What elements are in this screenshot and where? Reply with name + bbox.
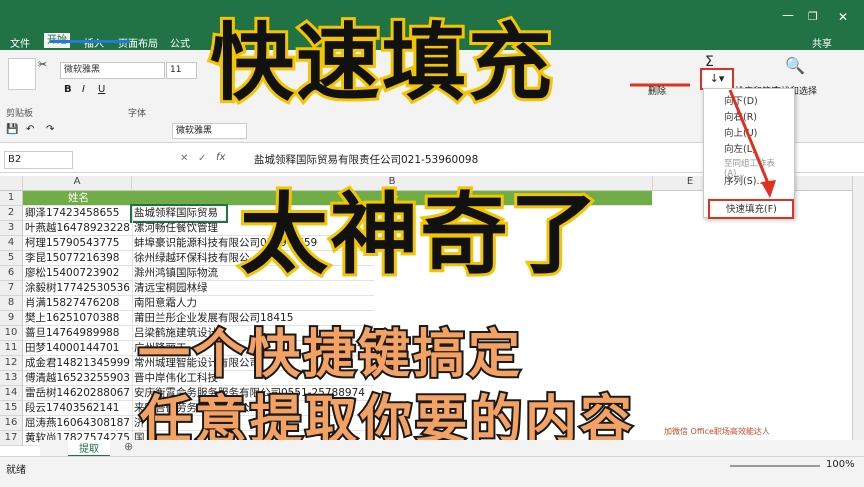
vertical-scrollbar[interactable] bbox=[852, 176, 864, 440]
row-header[interactable]: 7 bbox=[0, 281, 23, 296]
zoom-slider[interactable] bbox=[730, 465, 820, 467]
cell-name[interactable]: 涂毅树17742530536 bbox=[23, 281, 133, 296]
cut-icon[interactable]: ✂ bbox=[38, 58, 47, 71]
row-header[interactable]: 5 bbox=[0, 251, 23, 266]
cell-name[interactable]: 傅清越16523255903 bbox=[23, 371, 133, 386]
watermark: 加微信 Office职场高效能达人 bbox=[664, 427, 770, 436]
cell-company[interactable]: 盐城领释国际贸易 bbox=[130, 204, 228, 223]
cell-name[interactable]: 肖满15827476208 bbox=[23, 296, 133, 311]
share-button[interactable]: 共享 bbox=[812, 35, 832, 50]
cell-name[interactable]: 柯理15790543775 bbox=[23, 236, 133, 251]
clipboard-group-label: 剪贴板 bbox=[6, 109, 34, 119]
underline-button[interactable]: U bbox=[98, 84, 105, 95]
row-header[interactable]: 15 bbox=[0, 401, 23, 416]
row-header[interactable]: 13 bbox=[0, 371, 23, 386]
tab-formulas[interactable]: 公式 bbox=[170, 35, 190, 50]
enter-icon[interactable]: ✓ bbox=[198, 153, 206, 164]
row-header[interactable]: 8 bbox=[0, 296, 23, 311]
font-name-select[interactable]: 微软雅黑 bbox=[60, 62, 165, 79]
row-header[interactable]: 10 bbox=[0, 326, 23, 341]
redo-icon[interactable]: ↷ bbox=[46, 124, 54, 135]
sheet-tab-bar: 提取 ⊕ bbox=[40, 440, 864, 457]
bold-button[interactable]: B bbox=[64, 84, 72, 95]
italic-button[interactable]: I bbox=[82, 84, 85, 95]
row-header[interactable]: 2 bbox=[0, 206, 23, 221]
cell-name[interactable]: 蔷旦14764989988 bbox=[23, 326, 133, 341]
headline-text: 快速填充 bbox=[207, 11, 555, 115]
search-icon[interactable]: 🔍 bbox=[785, 56, 805, 75]
name-box[interactable]: B2 bbox=[4, 151, 73, 169]
cell-name[interactable]: 姓名 bbox=[23, 191, 133, 206]
select-all[interactable] bbox=[0, 176, 23, 191]
font-size-select[interactable]: 11 bbox=[166, 62, 197, 79]
cell-company[interactable]: 南阳意霜人力 bbox=[132, 296, 374, 311]
save-icon[interactable]: 💾 bbox=[6, 124, 18, 135]
cell-name[interactable]: 卿泽17423458655 bbox=[23, 206, 133, 221]
tab-file[interactable]: 文件 bbox=[10, 35, 30, 50]
minimize-icon[interactable]: — bbox=[782, 8, 794, 22]
cell-name[interactable]: 樊上16251070388 bbox=[23, 311, 133, 326]
cell-name[interactable]: 屈涛燕16064308187 bbox=[23, 416, 133, 431]
row-header[interactable]: 11 bbox=[0, 341, 23, 356]
row-header[interactable]: 3 bbox=[0, 221, 23, 236]
cell-name[interactable]: 雷岳树14620288067 bbox=[23, 386, 133, 401]
cell-name[interactable]: 田梦14000144701 bbox=[23, 341, 133, 356]
row-header[interactable]: 1 bbox=[0, 191, 23, 206]
cell-name[interactable]: 李昆15077216398 bbox=[23, 251, 133, 266]
row-header[interactable]: 17 bbox=[0, 431, 23, 446]
row-header[interactable]: 12 bbox=[0, 356, 23, 371]
zoom-level: 100% bbox=[826, 459, 855, 470]
font-group-label: 字体 bbox=[128, 109, 147, 119]
col-header-a[interactable]: A bbox=[23, 176, 132, 191]
cell-name[interactable]: 叶燕越16478923228 bbox=[23, 221, 133, 236]
status-bar: 就绪 100% bbox=[0, 456, 864, 487]
row-header[interactable]: 9 bbox=[0, 311, 23, 326]
status-text: 就绪 bbox=[6, 465, 26, 476]
cell-name[interactable]: 成金君14821345999 bbox=[23, 356, 133, 371]
tab-underline bbox=[50, 40, 130, 43]
row-header[interactable]: 14 bbox=[0, 386, 23, 401]
subline1-text: 一个快捷键搞定 bbox=[136, 323, 524, 387]
undo-icon[interactable]: ↶ bbox=[26, 124, 34, 135]
close-icon[interactable]: ✕ bbox=[838, 10, 848, 24]
row-header[interactable]: 4 bbox=[0, 236, 23, 251]
headline2-text: 太神奇了 bbox=[237, 180, 601, 289]
add-sheet-icon[interactable]: ⊕ bbox=[124, 440, 133, 453]
row-header[interactable]: 16 bbox=[0, 416, 23, 431]
qat-font-select[interactable]: 微软雅黑 bbox=[172, 123, 247, 139]
cell-name[interactable]: 廖松15400723902 bbox=[23, 266, 133, 281]
sheet-tab-extract[interactable]: 提取 bbox=[68, 440, 110, 457]
red-arrow-annotation bbox=[630, 83, 776, 198]
row-header[interactable]: 6 bbox=[0, 266, 23, 281]
cell-name[interactable]: 段云17403562141 bbox=[23, 401, 133, 416]
fx-icon[interactable]: fx bbox=[216, 152, 225, 163]
restore-icon[interactable]: ❐ bbox=[808, 10, 818, 23]
paste-icon[interactable] bbox=[8, 58, 36, 90]
cancel-icon[interactable]: ✕ bbox=[180, 153, 188, 164]
